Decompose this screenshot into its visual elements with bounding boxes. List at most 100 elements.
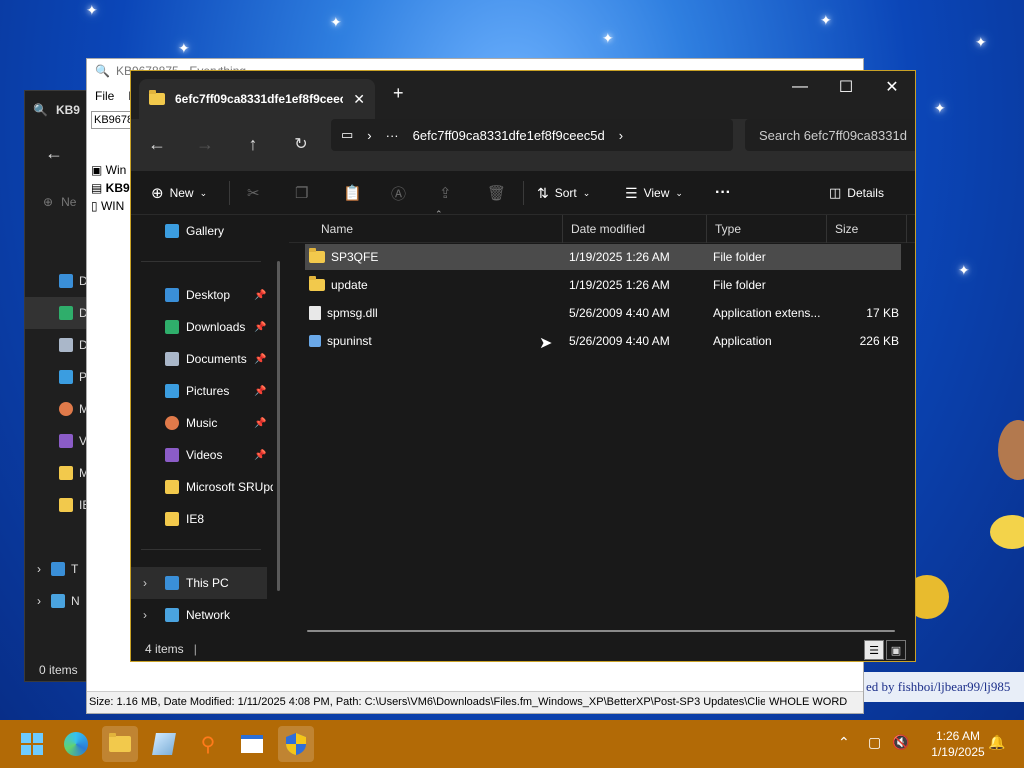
search-app-taskbar-icon[interactable]: ⚲ <box>190 726 226 762</box>
new-tab-button[interactable]: + <box>393 83 404 104</box>
nav-item-this-pc[interactable]: › This PC <box>131 567 267 599</box>
tab-folder[interactable]: 6efc7ff09ca8331dfe1ef8f9ceec5d ✕ <box>139 79 375 119</box>
divider <box>523 181 524 205</box>
sparkle-icon: ✦ <box>958 262 970 278</box>
notification-bell-icon[interactable]: 🔔 <box>988 734 1005 751</box>
back-arrow-icon[interactable]: ← <box>141 129 173 159</box>
folder-icon <box>165 480 179 494</box>
view-button[interactable]: ☰ View ⌄ <box>625 177 683 209</box>
nav-item-network[interactable]: › Network <box>131 599 281 631</box>
network-icon <box>165 608 179 622</box>
folder-icon <box>149 90 165 105</box>
pin-icon[interactable]: 📌 <box>254 354 266 365</box>
shield-app-taskbar-icon[interactable] <box>278 726 314 762</box>
window-app-taskbar-icon[interactable] <box>234 726 270 762</box>
nav-item-desktop[interactable]: Desktop 📌 <box>131 279 281 311</box>
nav-item-pictures[interactable]: Pictures 📌 <box>131 375 281 407</box>
folder-icon <box>165 512 179 526</box>
minimize-button[interactable]: — <box>777 71 823 103</box>
result-row[interactable]: ▤ KB9 <box>91 179 130 197</box>
chevron-right-icon[interactable]: › <box>619 128 623 143</box>
divider <box>229 181 230 205</box>
nav-item-music[interactable]: Music 📌 <box>131 407 281 439</box>
divider <box>141 549 261 550</box>
chevron-right-icon[interactable]: › <box>143 608 147 622</box>
network-tray-icon[interactable]: ▢ <box>868 734 881 751</box>
pin-icon[interactable]: 📌 <box>254 418 266 429</box>
cut-icon[interactable]: ✂ <box>247 177 260 209</box>
file-row[interactable]: update 1/19/2025 1:26 AM File folder <box>305 272 901 298</box>
wallpaper-banner-text: ed by fishboi/ljbear99/lj985 <box>864 672 1024 702</box>
clock[interactable]: 1:26 AM 1/19/2025 <box>918 728 998 760</box>
tiles-view-icon[interactable]: ▣ <box>886 640 906 660</box>
nav-item-microsoft-srupd[interactable]: Microsoft SRUpd <box>131 471 273 503</box>
refresh-icon[interactable]: ↻ <box>285 129 317 159</box>
dll-file-icon <box>309 306 321 320</box>
pin-icon[interactable]: 📌 <box>254 290 266 301</box>
chevron-up-icon[interactable]: ⌃ <box>838 734 850 751</box>
details-pane-icon: ◫ <box>829 185 842 200</box>
sort-button[interactable]: ⇅ Sort ⌄ <box>537 177 590 209</box>
chevron-right-icon[interactable]: › <box>37 594 41 608</box>
close-tab-icon[interactable]: ✕ <box>353 91 365 108</box>
nav-item-gallery[interactable]: Gallery <box>131 215 281 247</box>
file-row[interactable]: spuninst 5/26/2009 4:40 AM Application 2… <box>305 328 901 354</box>
sort-icon: ⇅ <box>537 184 549 201</box>
back-arrow-icon[interactable]: ← <box>45 143 63 164</box>
pc-icon <box>165 576 179 590</box>
up-arrow-icon[interactable]: ↑ <box>237 129 269 159</box>
plus-circle-icon: ⊕ <box>151 185 164 202</box>
chevron-right-icon[interactable]: › <box>367 128 371 143</box>
pictures-icon <box>165 384 179 398</box>
pin-icon[interactable]: 📌 <box>254 450 266 461</box>
start-button[interactable] <box>14 726 50 762</box>
close-button[interactable]: ✕ <box>869 71 915 103</box>
share-icon[interactable]: ⇪ <box>439 177 452 209</box>
documents-icon <box>165 352 179 366</box>
folder-icon <box>309 248 325 263</box>
nav-item-documents[interactable]: Documents 📌 <box>131 343 281 375</box>
search-input[interactable]: Search 6efc7ff09ca8331d <box>745 119 915 151</box>
rename-icon[interactable]: Ⓐ <box>391 177 406 209</box>
column-header-size[interactable]: Size <box>827 215 907 243</box>
app-taskbar-icon[interactable] <box>146 726 182 762</box>
file-row[interactable]: SP3QFE 1/19/2025 1:26 AM File folder <box>305 244 901 270</box>
result-row[interactable]: ▣ Win <box>91 161 130 179</box>
details-view-icon[interactable]: ☰ <box>864 640 884 660</box>
delete-icon[interactable]: 🗑 <box>487 177 506 209</box>
pc-icon <box>51 562 65 576</box>
file-explorer-window[interactable]: 6efc7ff09ca8331dfe1ef8f9ceec5d ✕ + — ☐ ✕… <box>130 70 916 662</box>
volume-muted-icon[interactable]: 🔇 <box>892 734 909 751</box>
breadcrumb-more[interactable]: ··· <box>386 128 399 143</box>
column-header-date[interactable]: Date modified <box>563 215 707 243</box>
paste-icon[interactable]: 📋 <box>343 177 362 209</box>
more-options-button[interactable]: ··· <box>715 177 731 209</box>
chevron-right-icon[interactable]: › <box>143 576 147 590</box>
nav-item-ie8[interactable]: IE8 <box>131 503 281 535</box>
menu-item-file[interactable]: File <box>95 89 114 103</box>
maximize-button[interactable]: ☐ <box>823 71 869 103</box>
copy-icon[interactable]: ❐ <box>295 177 308 209</box>
pin-icon[interactable]: 📌 <box>254 386 266 397</box>
breadcrumb-folder[interactable]: 6efc7ff09ca8331dfe1ef8f9ceec5d <box>413 128 605 143</box>
divider <box>141 261 261 262</box>
address-breadcrumb[interactable]: ▭ › ··· 6efc7ff09ca8331dfe1ef8f9ceec5d › <box>331 119 733 151</box>
folder-icon <box>309 276 325 291</box>
windows-logo-icon <box>21 733 43 755</box>
file-explorer-taskbar-icon[interactable] <box>102 726 138 762</box>
nav-item-videos[interactable]: Videos 📌 <box>131 439 281 471</box>
details-button[interactable]: ◫ Details <box>829 177 884 209</box>
forward-arrow-icon[interactable]: → <box>189 129 221 159</box>
edge-browser-icon[interactable] <box>58 726 94 762</box>
column-header-type[interactable]: Type <box>707 215 827 243</box>
sparkle-icon: ✦ <box>86 2 98 18</box>
nav-scrollbar[interactable] <box>277 261 280 591</box>
pin-icon[interactable]: 📌 <box>254 322 266 333</box>
file-row[interactable]: spmsg.dll 5/26/2009 4:40 AM Application … <box>305 300 901 326</box>
new-button[interactable]: ⊕ New ⌄ <box>151 177 207 209</box>
chevron-right-icon[interactable]: › <box>37 562 41 576</box>
horizontal-scrollbar[interactable] <box>307 630 895 632</box>
network-icon <box>51 594 65 608</box>
nav-item-downloads[interactable]: Downloads 📌 <box>131 311 281 343</box>
result-row[interactable]: ▯ WIN <box>91 197 130 215</box>
